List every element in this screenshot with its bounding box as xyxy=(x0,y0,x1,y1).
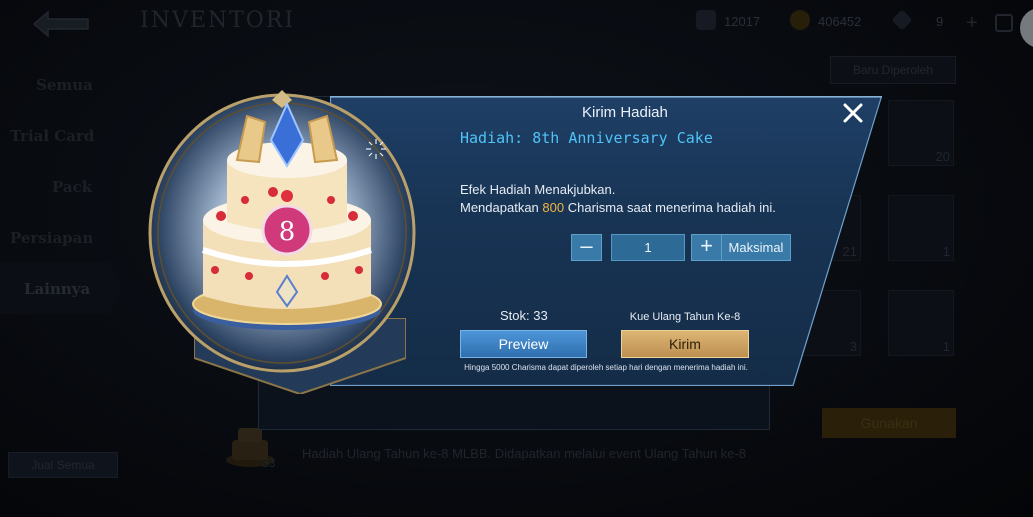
stock-label: Stok: 33 xyxy=(500,308,548,323)
quantity-decrease-button[interactable]: – xyxy=(571,234,602,261)
dialog-title: Kirim Hadiah xyxy=(582,104,668,121)
sparkle-icon xyxy=(366,139,386,159)
svg-text:8: 8 xyxy=(279,217,296,247)
charisma-amount: 800 xyxy=(542,200,565,215)
daily-charisma-note: Hingga 5000 Charisma dapat diperoleh set… xyxy=(464,363,748,372)
effect-line-2: Mendapatkan 800 Charisma saat menerima h… xyxy=(460,199,776,217)
recipient-label: Kue Ulang Tahun Ke-8 xyxy=(629,311,741,323)
close-icon[interactable] xyxy=(840,100,866,126)
quantity-increase-button[interactable]: + xyxy=(691,234,722,261)
effect-prefix: Mendapatkan xyxy=(460,200,539,215)
max-quantity-button[interactable]: Maksimal xyxy=(721,234,791,261)
gift-item-name: Hadiah: 8th Anniversary Cake xyxy=(460,129,713,147)
gift-effect-text: Efek Hadiah Menakjubkan. Mendapatkan 800… xyxy=(460,181,776,217)
effect-suffix: Charisma saat menerima hadiah ini. xyxy=(567,200,776,215)
quantity-field[interactable] xyxy=(611,234,685,261)
preview-button[interactable]: Preview xyxy=(460,330,587,358)
send-button[interactable]: Kirim xyxy=(621,330,749,358)
anniversary-cake-image: 8 xyxy=(192,101,382,330)
effect-line-1: Efek Hadiah Menakjubkan. xyxy=(460,182,616,197)
